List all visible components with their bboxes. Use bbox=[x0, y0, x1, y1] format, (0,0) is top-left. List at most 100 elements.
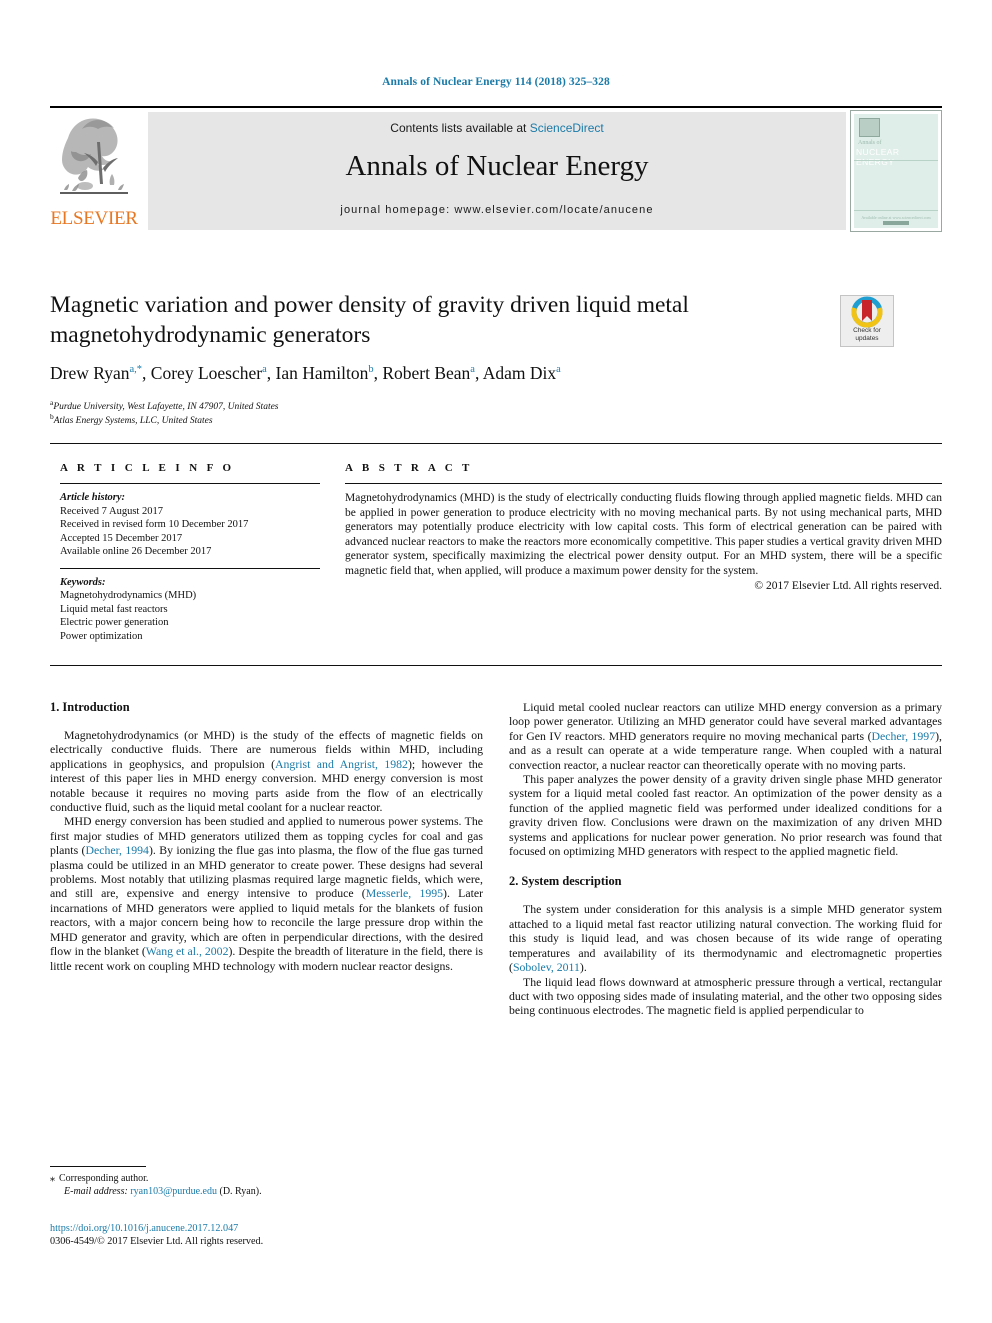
paragraph-text: The liquid lead flows downward at atmosp… bbox=[509, 974, 942, 1018]
author-name: Ian Hamilton bbox=[275, 363, 369, 383]
affiliation-text: Purdue University, West Lafayette, IN 47… bbox=[53, 402, 279, 413]
paragraph-text: This paper analyzes the power density of… bbox=[509, 772, 942, 859]
issn-copyright-line: 0306-4549/© 2017 Elsevier Ltd. All right… bbox=[50, 1236, 264, 1247]
affiliation-text: Atlas Energy Systems, LLC, United States bbox=[53, 416, 213, 427]
abstract-copyright: © 2017 Elsevier Ltd. All rights reserved… bbox=[754, 579, 942, 592]
abstract-heading: A B S T R A C T bbox=[345, 462, 473, 474]
abstract-block: A B S T R A C T Magnetohydrodynamics (MH… bbox=[345, 462, 942, 592]
cover-divider-1 bbox=[854, 160, 938, 161]
right-column-paragraphs: Liquid metal cooled nuclear reactors can… bbox=[509, 700, 942, 858]
cover-logo-icon bbox=[859, 118, 880, 137]
keywords-block: Keywords: Magnetohydrodynamics (MHD) Liqu… bbox=[60, 576, 320, 644]
footnote-block: ⁎ Corresponding author. E-mail address: r… bbox=[50, 1172, 483, 1198]
body-paragraph: Magnetohydrodynamics (or MHD) is the stu… bbox=[50, 728, 483, 814]
citation-link[interactable]: Decher, 1997 bbox=[872, 729, 936, 743]
author-list: Drew Ryana,*, Corey Loescher a, Ian Hamil… bbox=[50, 363, 910, 384]
elsevier-wordmark: ELSEVIER bbox=[50, 208, 138, 229]
citation-link[interactable]: Angrist and Angrist, 1982 bbox=[275, 757, 408, 771]
corresponding-author-line: ⁎ Corresponding author. bbox=[50, 1172, 483, 1185]
info-band-bottom-rule bbox=[50, 665, 942, 666]
article-info-rule bbox=[60, 483, 320, 484]
keyword-lines: Magnetohydrodynamics (MHD) Liquid metal f… bbox=[60, 589, 320, 643]
keywords-label: Keywords: bbox=[60, 576, 106, 588]
author-separator: , bbox=[142, 363, 151, 383]
email-label: E-mail address: bbox=[64, 1186, 128, 1197]
sciencedirect-link[interactable]: ScienceDirect bbox=[530, 121, 604, 135]
info-band-top-rule bbox=[50, 443, 942, 444]
cover-divider-2 bbox=[854, 210, 938, 211]
page-title: Magnetic variation and power density of … bbox=[50, 292, 689, 348]
masthead-top-rule bbox=[50, 106, 942, 108]
article-info-block: A R T I C L E I N F O Article history: R… bbox=[60, 462, 320, 643]
crossmark-badge[interactable]: Check for updates bbox=[840, 295, 894, 347]
article-history-item: Received 7 August 2017 bbox=[60, 505, 163, 517]
homepage-url[interactable]: www.elsevier.com/locate/anucene bbox=[454, 204, 653, 216]
abstract-text: Magnetohydrodynamics (MHD) is the study … bbox=[345, 492, 942, 577]
cover-line2: NUCLEAR ENERGY bbox=[856, 147, 900, 167]
author-name: Robert Bean bbox=[382, 363, 471, 383]
abstract-rule bbox=[345, 483, 942, 484]
citation-link[interactable]: Messerle, 1995 bbox=[366, 886, 443, 900]
crossmark-badge-icon bbox=[851, 296, 883, 328]
journal-article-page: Annals of Nuclear Energy 114 (2018) 325–… bbox=[0, 0, 992, 1323]
running-head: Annals of Nuclear Energy 114 (2018) 325–… bbox=[382, 76, 610, 88]
keyword-item: Power optimization bbox=[60, 630, 143, 642]
corresponding-author-text: Corresponding author. bbox=[59, 1173, 149, 1184]
body-column-left: 1. Introduction Magnetohydrodynamics (or… bbox=[50, 700, 483, 973]
body-column-right: Liquid metal cooled nuclear reactors can… bbox=[509, 700, 942, 1018]
body-paragraph: The system under consideration for this … bbox=[509, 902, 942, 974]
left-column-paragraphs: Magnetohydrodynamics (or MHD) is the stu… bbox=[50, 728, 483, 973]
article-history-item: Available online 26 December 2017 bbox=[60, 546, 212, 557]
paragraph-text: ). bbox=[579, 960, 587, 975]
email-owner: (D. Ryan). bbox=[219, 1186, 262, 1197]
section-heading-system-description: 2. System description bbox=[509, 874, 622, 889]
author-separator: , bbox=[266, 363, 276, 383]
author-name: Adam Dix bbox=[482, 363, 557, 383]
keyword-item: Electric power generation bbox=[60, 617, 169, 628]
author-separator: , bbox=[474, 363, 483, 383]
author-name: Corey Loescher bbox=[150, 363, 263, 383]
article-history-item: Received in revised form 10 December 201… bbox=[60, 519, 249, 530]
citation-link[interactable]: Sobolev, 2011 bbox=[513, 960, 580, 974]
body-paragraph: This paper analyzes the power density of… bbox=[509, 772, 942, 858]
body-paragraph: The liquid lead flows downward at atmosp… bbox=[509, 975, 942, 1018]
email-line: E-mail address: ryan103@purdue.edu (D. R… bbox=[50, 1185, 483, 1198]
article-history-label: Article history: bbox=[60, 492, 126, 503]
affiliation-a: aPurdue University, West Lafayette, IN 4… bbox=[50, 398, 910, 412]
elsevier-tree-icon bbox=[60, 118, 128, 194]
author-affiliation-marker: a bbox=[556, 364, 561, 376]
article-history-lines: Received 7 August 2017 Received in revise… bbox=[60, 505, 320, 559]
corresponding-author-marker: ⁎ bbox=[50, 1173, 55, 1184]
author-affiliation-marker: a,* bbox=[129, 364, 143, 376]
right-column-paragraphs-2: The system under consideration for this … bbox=[509, 902, 942, 1017]
journal-cover-art: Annals of NUCLEAR ENERGY Available onlin… bbox=[854, 114, 938, 228]
email-link[interactable]: ryan103@purdue.edu bbox=[130, 1186, 217, 1197]
keywords-rule bbox=[60, 567, 320, 569]
crossmark-label-line2: updates bbox=[855, 334, 879, 342]
article-history: Article history: Received 7 August 2017 R… bbox=[60, 491, 320, 559]
crossmark-label: Check for updates bbox=[841, 327, 893, 342]
elsevier-logo: ELSEVIER bbox=[50, 110, 138, 232]
cover-line1: Annals of bbox=[858, 140, 882, 146]
contents-lists-prefix: Contents lists available at bbox=[390, 121, 530, 135]
masthead-banner: Contents lists available at ScienceDirec… bbox=[148, 112, 846, 230]
keyword-item: Liquid metal fast reactors bbox=[60, 603, 168, 615]
journal-cover-thumbnail: Annals of NUCLEAR ENERGY Available onlin… bbox=[850, 110, 942, 232]
contents-lists-line: Contents lists available at ScienceDirec… bbox=[148, 121, 846, 135]
citation-link[interactable]: Wang et al., 2002 bbox=[146, 944, 229, 958]
cover-footer-text: Available online at www.sciencedirect.co… bbox=[861, 215, 931, 220]
journal-masthead: ELSEVIER Contents lists available at Sci… bbox=[50, 110, 942, 232]
article-info-heading: A R T I C L E I N F O bbox=[60, 462, 235, 474]
affiliation-b: bAtlas Energy Systems, LLC, United State… bbox=[50, 412, 910, 426]
page-footer: https://doi.org/10.1016/j.anucene.2017.1… bbox=[50, 1222, 483, 1248]
citation-link[interactable]: Decher, 1994 bbox=[85, 843, 149, 857]
author-name: Drew Ryan bbox=[50, 363, 130, 383]
homepage-prefix: journal homepage: bbox=[340, 204, 455, 216]
crossmark-label-line1: Check for bbox=[853, 327, 881, 334]
journal-title: Annals of Nuclear Energy bbox=[345, 150, 649, 182]
cover-logo-bar bbox=[883, 221, 909, 225]
doi-link[interactable]: https://doi.org/10.1016/j.anucene.2017.1… bbox=[50, 1222, 483, 1235]
body-paragraph: Liquid metal cooled nuclear reactors can… bbox=[509, 700, 942, 772]
section-heading-introduction: 1. Introduction bbox=[50, 700, 130, 714]
keyword-item: Magnetohydrodynamics (MHD) bbox=[60, 590, 197, 601]
